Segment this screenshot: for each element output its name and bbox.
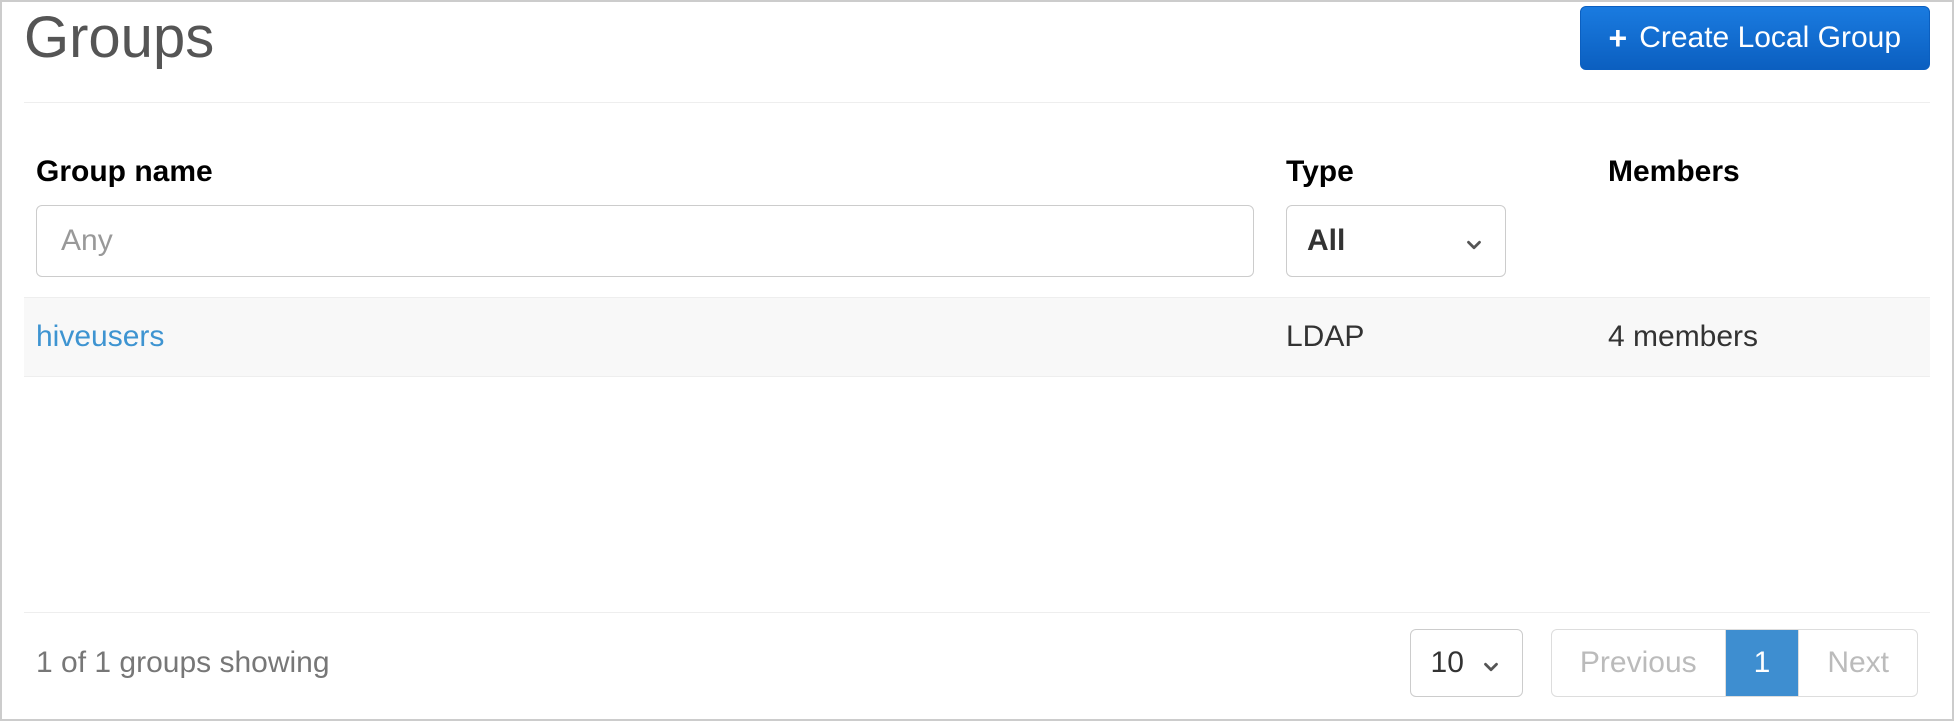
cell-type: LDAP	[1286, 320, 1576, 354]
table-footer: 1 of 1 groups showing 10 Previous 1 Next	[24, 612, 1930, 697]
chevron-down-icon	[1463, 230, 1485, 252]
column-header-type: Type	[1286, 155, 1576, 189]
cell-group-name: hiveusers	[36, 320, 1254, 354]
page-title: Groups	[24, 6, 214, 70]
page-size-value: 10	[1431, 646, 1464, 680]
pager-previous[interactable]: Previous	[1552, 630, 1725, 696]
page-size-select[interactable]: 10	[1410, 629, 1523, 697]
column-header-name: Group name	[36, 155, 1254, 189]
group-name-filter-input[interactable]	[36, 205, 1254, 277]
column-members: Members	[1608, 155, 1918, 277]
chevron-down-icon	[1480, 652, 1502, 674]
pager-next[interactable]: Next	[1798, 630, 1917, 696]
group-name-link[interactable]: hiveusers	[36, 320, 164, 353]
create-local-group-button[interactable]: + Create Local Group	[1580, 6, 1931, 70]
filter-row: Group name Type All Members	[24, 103, 1930, 297]
column-group-name: Group name	[36, 155, 1254, 277]
create-button-label: Create Local Group	[1639, 21, 1901, 55]
type-filter-select[interactable]: All	[1286, 205, 1506, 277]
groups-page: Groups + Create Local Group Group name T…	[0, 0, 1954, 721]
cell-members: 4 members	[1608, 320, 1918, 354]
page-header: Groups + Create Local Group	[24, 2, 1930, 103]
plus-icon: +	[1609, 22, 1628, 54]
pagination: Previous 1 Next	[1551, 629, 1918, 697]
pager-page-1[interactable]: 1	[1725, 630, 1799, 696]
type-filter-value: All	[1307, 224, 1345, 258]
table-row: hiveusers LDAP 4 members	[24, 297, 1930, 377]
column-type: Type All	[1286, 155, 1576, 277]
status-text: 1 of 1 groups showing	[36, 646, 1382, 680]
column-header-members: Members	[1608, 155, 1918, 189]
